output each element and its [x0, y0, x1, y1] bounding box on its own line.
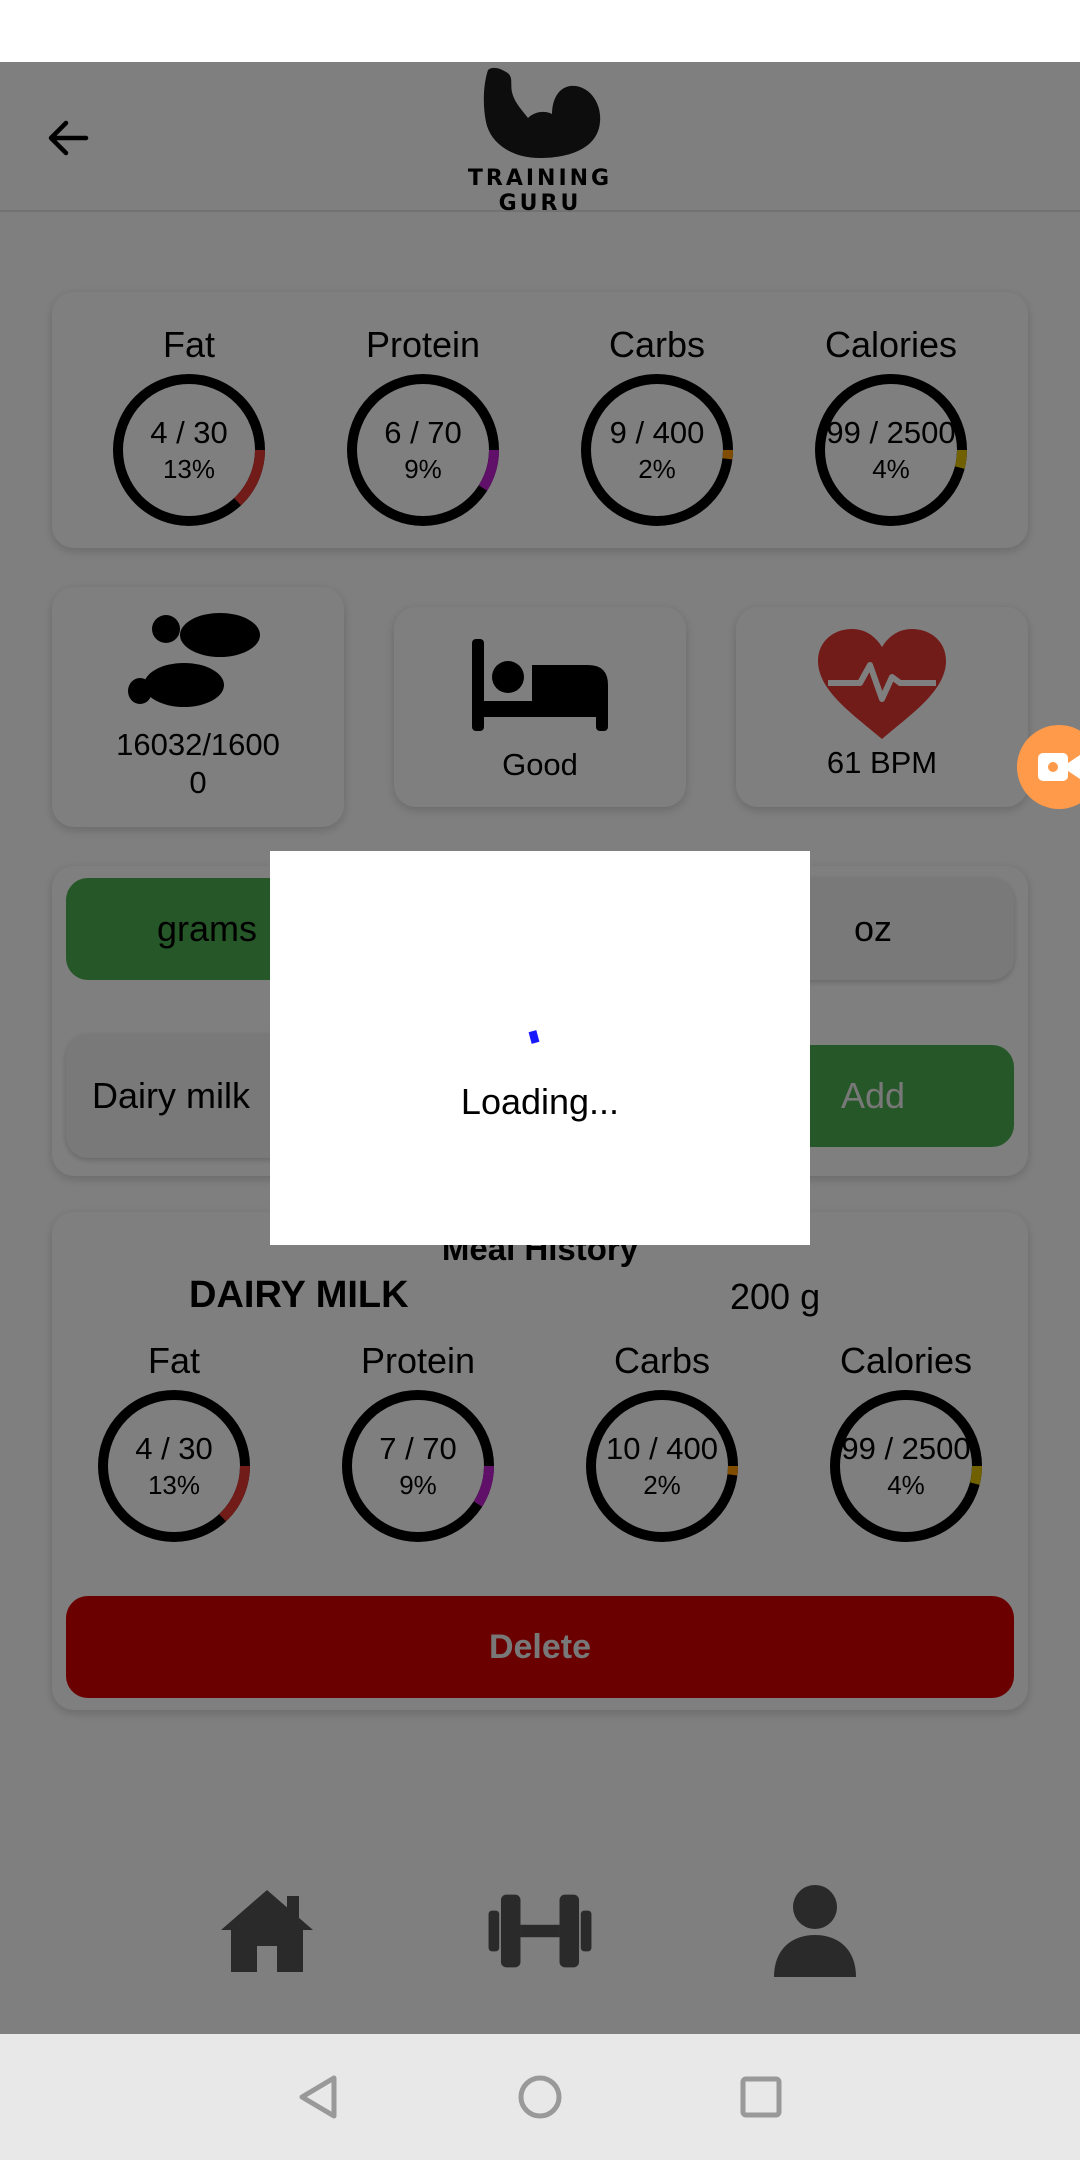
loading-dialog: Loading...: [270, 851, 810, 1245]
recents-square-icon: [740, 2076, 782, 2118]
system-home-button[interactable]: [507, 2064, 573, 2130]
loading-spinner-icon: [528, 1030, 540, 1044]
status-bar: [0, 0, 1080, 62]
system-navigation-bar: [0, 2034, 1080, 2160]
home-circle-icon: [518, 2075, 562, 2119]
back-triangle-icon: [299, 2075, 337, 2119]
system-back-button[interactable]: [286, 2064, 352, 2130]
system-recents-button[interactable]: [728, 2064, 794, 2130]
loading-text: Loading...: [460, 1081, 620, 1122]
video-camera-icon: [1038, 753, 1080, 781]
